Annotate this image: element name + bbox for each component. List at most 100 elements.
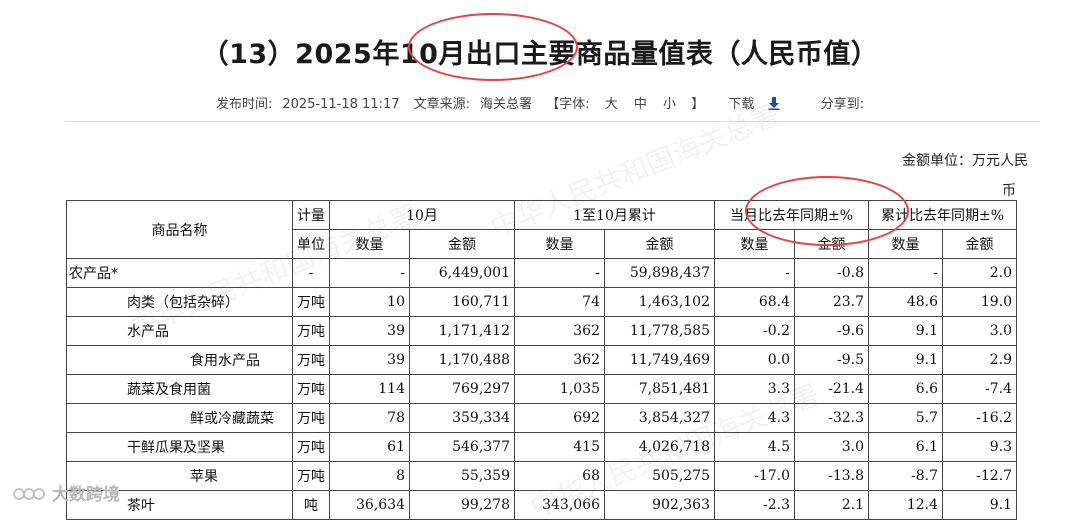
header-qty: 数量	[329, 229, 410, 259]
table-row: 鲜或冷藏蔬菜 万吨 78 359,334 692 3,854,327 4.3 -…	[66, 403, 1017, 433]
header-unit-bottom: 单位	[292, 229, 330, 259]
font-size-close: 】	[691, 97, 705, 112]
row-ytd-yoy-qty: -8.7	[868, 461, 943, 491]
row-month-yoy-amt: 3.0	[794, 432, 869, 462]
row-ytd-yoy-amt: 3.0	[942, 316, 1017, 346]
row-ytd-amt: 3,854,327	[604, 403, 715, 433]
row-ytd-yoy-qty: 6.6	[868, 374, 943, 404]
row-ytd-qty: 415	[514, 432, 605, 462]
row-ytd-yoy-amt: -12.7	[942, 461, 1017, 491]
source: 海关总署	[480, 97, 533, 112]
row-ytd-yoy-amt: 9.3	[942, 432, 1017, 462]
row-name: 鲜或冷藏蔬菜	[66, 403, 293, 433]
share-label[interactable]: 分享到:	[821, 97, 864, 112]
row-unit: -	[292, 258, 330, 288]
row-name: 水产品	[66, 316, 293, 346]
header-qty: 数量	[868, 229, 943, 259]
amount-unit-line1: 金额单位：万元人民	[902, 153, 1028, 169]
row-ytd-yoy-amt: 19.0	[942, 287, 1017, 317]
row-month-amt: 359,334	[409, 403, 515, 433]
row-ytd-qty: 362	[514, 345, 605, 375]
row-month-yoy-qty: 3.3	[714, 374, 795, 404]
brand-logo-icon	[13, 488, 45, 500]
row-month-yoy-qty: 68.4	[714, 287, 795, 317]
row-month-yoy-qty: -17.0	[714, 461, 795, 491]
row-unit: 万吨	[292, 316, 330, 346]
table-row: 蔬菜及食用菌 万吨 114 769,297 1,035 7,851,481 3.…	[66, 374, 1017, 404]
row-ytd-yoy-qty: 5.7	[868, 403, 943, 433]
source-label: 文章来源:	[413, 97, 471, 112]
row-ytd-qty: 68	[514, 461, 605, 491]
font-size-medium-link[interactable]: 中	[634, 97, 647, 112]
header-amt: 金额	[409, 229, 515, 259]
table-row: 食用水产品 万吨 39 1,170,488 362 11,749,469 0.0…	[66, 345, 1017, 375]
table-row: 农产品* - - 6,449,001 - 59,898,437 - -0.8 -…	[66, 258, 1017, 288]
row-month-yoy-amt: 23.7	[794, 287, 869, 317]
table-row: 干鲜瓜果及坚果 万吨 61 546,377 415 4,026,718 4.5 …	[66, 432, 1017, 462]
row-unit: 万吨	[292, 403, 330, 433]
row-month-yoy-qty: -	[714, 258, 795, 288]
row-ytd-amt: 4,026,718	[604, 432, 715, 462]
row-unit: 万吨	[292, 374, 330, 404]
row-ytd-amt: 59,898,437	[604, 258, 715, 288]
row-ytd-yoy-amt: 2.9	[942, 345, 1017, 375]
header-month-yoy: 当月比去年同期±%	[714, 200, 869, 230]
row-month-qty: 61	[329, 432, 410, 462]
row-unit: 万吨	[292, 345, 330, 375]
row-month-yoy-qty: -2.3	[714, 490, 795, 520]
header-commodity-name: 商品名称	[66, 200, 293, 259]
row-unit: 万吨	[292, 287, 330, 317]
header-amt: 金额	[794, 229, 869, 259]
row-name: 干鲜瓜果及坚果	[66, 432, 293, 462]
brand-watermark: 大数跨境	[12, 480, 120, 505]
article-meta: 发布时间: 2025-11-18 11:17 文章来源: 海关总署 【字体: 大 中…	[0, 93, 1080, 112]
row-month-yoy-amt: -13.8	[794, 461, 869, 491]
row-ytd-yoy-amt: 9.1	[942, 490, 1017, 520]
row-ytd-amt: 1,463,102	[604, 287, 715, 317]
header-qty: 数量	[514, 229, 605, 259]
header-qty: 数量	[714, 229, 795, 259]
row-ytd-qty: 362	[514, 316, 605, 346]
row-unit: 万吨	[292, 461, 330, 491]
row-month-amt: 769,297	[409, 374, 515, 404]
header-amt: 金额	[942, 229, 1017, 259]
row-ytd-qty: -	[514, 258, 605, 288]
row-ytd-yoy-amt: -16.2	[942, 403, 1017, 433]
row-month-amt: 6,449,001	[409, 258, 515, 288]
row-month-qty: 8	[329, 461, 410, 491]
table-row: 水产品 万吨 39 1,171,412 362 11,778,585 -0.2 …	[66, 316, 1017, 346]
download-link[interactable]: 下载	[723, 97, 783, 112]
row-month-qty: 39	[329, 316, 410, 346]
row-ytd-yoy-amt: -7.4	[942, 374, 1017, 404]
row-month-qty: -	[329, 258, 410, 288]
row-ytd-amt: 505,275	[604, 461, 715, 491]
row-month-yoy-qty: 4.5	[714, 432, 795, 462]
row-ytd-qty: 1,035	[514, 374, 605, 404]
row-ytd-yoy-qty: 48.6	[868, 287, 943, 317]
row-month-yoy-qty: -0.2	[714, 316, 795, 346]
row-month-amt: 99,278	[409, 490, 515, 520]
publish-time: 2025-11-18 11:17	[282, 97, 400, 112]
brand-watermark-text: 大数跨境	[51, 485, 120, 505]
row-month-qty: 39	[329, 345, 410, 375]
row-month-yoy-qty: 4.3	[714, 403, 795, 433]
row-name: 肉类（包括杂碎）	[66, 287, 293, 317]
row-month-yoy-qty: 0.0	[714, 345, 795, 375]
row-ytd-yoy-amt: 2.0	[942, 258, 1017, 288]
row-ytd-qty: 74	[514, 287, 605, 317]
row-unit: 吨	[292, 490, 330, 520]
page-title: （13）2025年10月出口主要商品量值表（人民币值）	[201, 39, 879, 70]
row-month-yoy-amt: -21.4	[794, 374, 869, 404]
row-month-amt: 1,171,412	[409, 316, 515, 346]
row-name: 农产品*	[66, 258, 293, 288]
amount-unit-note: 金额单位：万元人民 币	[868, 146, 1028, 206]
row-month-yoy-amt: 2.1	[794, 490, 869, 520]
font-size-large-link[interactable]: 大	[605, 97, 618, 112]
row-month-yoy-amt: -9.5	[794, 345, 869, 375]
row-month-amt: 546,377	[409, 432, 515, 462]
row-ytd-yoy-qty: 12.4	[868, 490, 943, 520]
row-month-qty: 10	[329, 287, 410, 317]
row-month-amt: 1,170,488	[409, 345, 515, 375]
font-size-small-link[interactable]: 小	[663, 97, 676, 112]
header-divider	[65, 121, 1040, 122]
